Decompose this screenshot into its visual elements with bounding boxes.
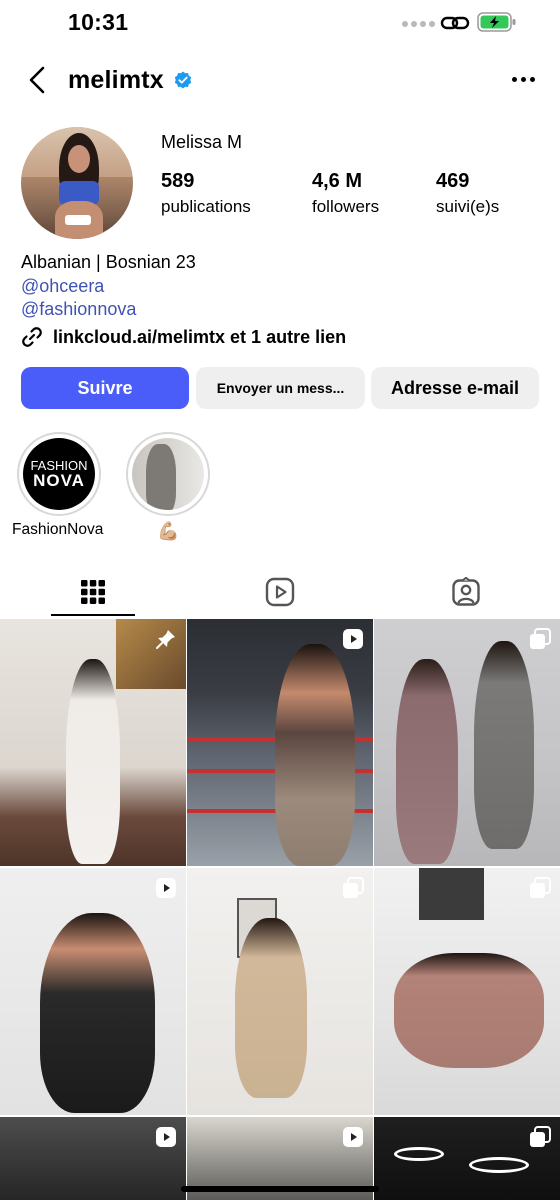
highlight-cover xyxy=(132,438,204,510)
story-highlight[interactable] xyxy=(126,432,210,516)
display-name: Melissa M xyxy=(161,132,243,152)
link-chain-icon xyxy=(22,327,42,347)
tagged-icon xyxy=(452,577,480,606)
post-thumbnail[interactable] xyxy=(0,868,186,1115)
following-count-value: 469 xyxy=(436,170,470,192)
post-thumbnail[interactable] xyxy=(374,1117,560,1200)
post-thumbnail[interactable] xyxy=(0,619,186,866)
profile-header: melimtx xyxy=(0,56,560,104)
profile-bio: Albanian | Bosnian 23 @ohceera @fashionn… xyxy=(21,251,196,322)
carousel-icon xyxy=(530,1126,551,1147)
carousel-icon xyxy=(343,877,364,898)
following-count[interactable]: 469 suivi(e)s xyxy=(436,170,499,217)
reel-icon xyxy=(156,1127,176,1147)
message-button[interactable]: Envoyer un mess... xyxy=(196,367,365,409)
external-link[interactable]: linkcloud.ai/melimtx et 1 autre lien xyxy=(21,326,346,348)
highlight-cover-text: NOVA xyxy=(33,470,85,490)
bio-text: Albanian | Bosnian 23 xyxy=(21,252,196,272)
tab-grid[interactable] xyxy=(0,567,186,617)
active-tab-indicator xyxy=(51,614,135,616)
posts-count[interactable]: 589 publications xyxy=(161,170,251,217)
highlight-cover: FASHION NOVA xyxy=(23,438,95,510)
external-link-text: linkcloud.ai/melimtx et 1 autre lien xyxy=(53,326,347,347)
pinned-icon xyxy=(156,630,175,649)
reel-icon xyxy=(156,878,176,898)
profile-avatar[interactable] xyxy=(21,127,133,239)
reel-icon xyxy=(343,629,363,649)
reels-icon xyxy=(265,577,295,607)
status-time: 10:31 xyxy=(68,9,129,35)
followers-count-label: followers xyxy=(312,197,380,216)
bio-mention-link[interactable]: @ohceera xyxy=(21,275,196,299)
reel-icon xyxy=(343,1127,363,1147)
profile-username: melimtx xyxy=(68,66,164,94)
highlight-label: FashionNova xyxy=(12,521,104,538)
followers-count-value: 4,6 M xyxy=(312,170,363,192)
follow-button[interactable]: Suivre xyxy=(21,367,189,409)
posts-count-value: 589 xyxy=(161,170,195,192)
carousel-icon xyxy=(530,628,551,649)
carousel-icon xyxy=(530,877,551,898)
tab-tagged[interactable] xyxy=(373,567,559,617)
post-thumbnail[interactable] xyxy=(374,868,560,1115)
verified-badge-icon xyxy=(174,71,192,89)
story-highlight[interactable]: FASHION NOVA xyxy=(17,432,101,516)
email-button[interactable]: Adresse e-mail xyxy=(371,367,539,409)
tab-reels[interactable] xyxy=(187,567,373,617)
status-bar: 10:31 xyxy=(0,0,560,48)
battery-icon xyxy=(477,12,516,32)
grid-icon xyxy=(81,580,105,604)
back-button[interactable] xyxy=(22,64,52,96)
highlight-label: 💪🏼 xyxy=(157,521,180,541)
post-thumbnail[interactable] xyxy=(0,1117,186,1200)
more-options-button[interactable] xyxy=(508,64,538,94)
home-indicator[interactable] xyxy=(181,1186,379,1192)
signal-icon xyxy=(402,21,435,27)
post-thumbnail[interactable] xyxy=(187,868,373,1115)
following-count-label: suivi(e)s xyxy=(436,197,500,216)
post-thumbnail[interactable] xyxy=(187,619,373,866)
post-thumbnail[interactable] xyxy=(374,619,560,866)
posts-count-label: publications xyxy=(161,197,251,216)
bio-mention-link[interactable]: @fashionnova xyxy=(21,298,196,322)
link-icon xyxy=(440,16,470,30)
followers-count[interactable]: 4,6 M followers xyxy=(312,170,379,217)
chevron-left-icon xyxy=(29,66,45,94)
